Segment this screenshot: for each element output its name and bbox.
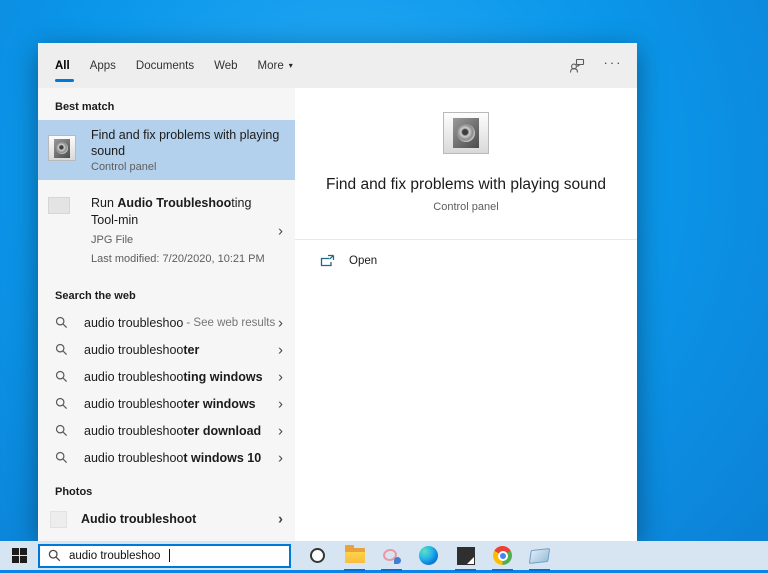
tab-more-label: More (258, 60, 284, 72)
feedback-icon[interactable] (567, 56, 587, 76)
open-action[interactable]: Open (295, 240, 637, 267)
file-modified: Last modified: 7/20/2020, 10:21 PM (91, 251, 276, 267)
taskbar-pink-app-button[interactable] (373, 541, 410, 570)
results-list: Best match Find and fix problems with pl… (38, 88, 295, 541)
web-suggestion[interactable]: audio troubleshooter download › (38, 417, 295, 444)
taskbar-chrome-button[interactable] (484, 541, 521, 570)
file-type: JPG File (91, 232, 276, 248)
photos-app-icon (457, 547, 475, 565)
chevron-right-icon[interactable]: › (278, 450, 283, 465)
web-suggestion[interactable]: audio troubleshoot windows 10 › (38, 444, 295, 471)
start-button[interactable] (0, 541, 38, 570)
taskbar-edge-button[interactable] (410, 541, 447, 570)
taskbar-file-explorer-button[interactable] (336, 541, 373, 570)
tab-all[interactable]: All (55, 43, 80, 88)
text-cursor (169, 549, 170, 562)
search-icon (55, 397, 68, 410)
chevron-right-icon[interactable]: › (278, 396, 283, 411)
search-input-value: audio troubleshoo (69, 550, 160, 562)
web-suggestion[interactable]: audio troubleshooter windows › (38, 390, 295, 417)
taskbar-search-box[interactable]: audio troubleshoo (38, 544, 291, 568)
taskbar-blue-app-button[interactable] (521, 541, 558, 570)
chevron-down-icon: ▾ (289, 61, 293, 70)
sound-control-panel-icon-large (443, 112, 489, 154)
search-tabs: All Apps Documents Web More ▾ (55, 43, 303, 88)
search-icon (55, 370, 68, 383)
file-result-title: Run Audio Troubleshooting Tool-min (91, 195, 276, 229)
search-icon (48, 549, 61, 562)
tab-web[interactable]: Web (204, 43, 247, 88)
best-match-subtitle: Control panel (91, 161, 283, 173)
best-match-result[interactable]: Find and fix problems with playing sound… (38, 120, 295, 180)
blue-app-icon (529, 548, 550, 564)
chevron-right-icon[interactable]: › (278, 369, 283, 384)
search-icon (55, 424, 68, 437)
chevron-right-icon[interactable]: › (278, 224, 283, 239)
web-suggestion[interactable]: audio troubleshoo - See web results › (38, 309, 295, 336)
file-explorer-icon (345, 548, 365, 563)
sound-control-panel-icon (48, 135, 78, 165)
taskbar-photos-app-button[interactable] (447, 541, 484, 570)
photo-result-title: Audio troubleshoot (81, 512, 196, 526)
section-search-the-web: Search the web (38, 284, 295, 309)
taskbar: audio troubleshoo (0, 541, 768, 573)
preview-title: Find and fix problems with playing sound (326, 176, 606, 194)
search-icon (55, 451, 68, 464)
search-flyout-panel: All Apps Documents Web More ▾ ··· (38, 43, 637, 541)
search-icon (55, 316, 68, 329)
tab-documents[interactable]: Documents (126, 43, 204, 88)
photo-result[interactable]: Audio troubleshoot › (38, 505, 295, 533)
search-header: All Apps Documents Web More ▾ ··· (38, 43, 637, 88)
section-photos: Photos (38, 480, 295, 505)
jpg-thumbnail-icon (48, 197, 70, 214)
web-suggestion[interactable]: audio troubleshooting windows › (38, 363, 295, 390)
photo-thumbnail-icon (50, 511, 67, 528)
taskbar-cortana-button[interactable] (299, 541, 336, 570)
tab-more[interactable]: More ▾ (248, 43, 303, 88)
preview-pane: Find and fix problems with playing sound… (295, 88, 637, 541)
preview-subtitle: Control panel (433, 201, 498, 213)
windows-logo-icon (12, 548, 27, 563)
best-match-title: Find and fix problems with playing sound (91, 127, 283, 159)
cortana-icon (310, 548, 325, 563)
edge-icon (419, 546, 438, 565)
file-result[interactable]: Run Audio Troubleshooting Tool-min JPG F… (38, 186, 295, 276)
chevron-right-icon[interactable]: › (278, 315, 283, 330)
chevron-right-icon[interactable]: › (278, 423, 283, 438)
search-icon (55, 343, 68, 356)
chevron-right-icon[interactable]: › (278, 512, 283, 527)
pink-app-icon (382, 548, 401, 564)
open-in-new-icon (320, 254, 335, 267)
chrome-icon (493, 546, 512, 565)
chevron-right-icon[interactable]: › (278, 342, 283, 357)
more-options-icon[interactable]: ··· (603, 56, 623, 76)
section-best-match: Best match (38, 95, 295, 120)
web-suggestion[interactable]: audio troubleshooter › (38, 336, 295, 363)
open-label: Open (349, 255, 377, 267)
tab-apps[interactable]: Apps (80, 43, 126, 88)
